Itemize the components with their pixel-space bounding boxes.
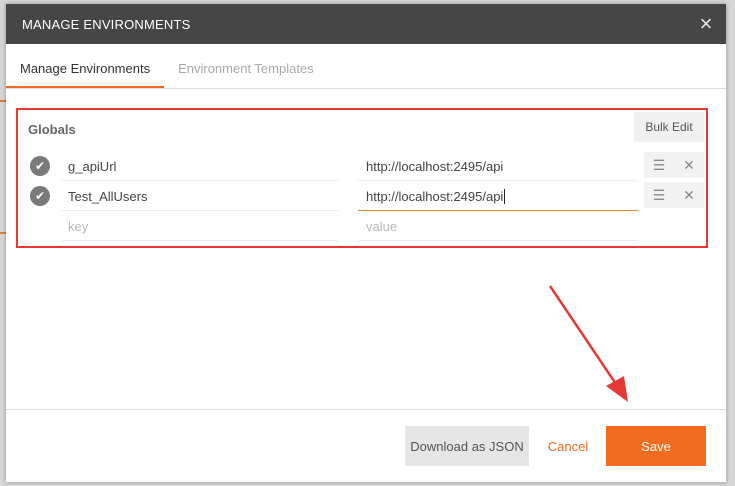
variable-value-text: http://localhost:2495/api — [366, 188, 504, 204]
save-button[interactable]: Save — [606, 426, 706, 466]
modal-footer: Download as JSON Cancel Save — [6, 409, 726, 482]
key-input[interactable]: key — [62, 212, 338, 241]
close-icon[interactable]: ✕ — [679, 157, 699, 174]
check-circle-icon[interactable]: ✔ — [30, 156, 50, 176]
arrow-head — [606, 376, 628, 402]
modal-header: MANAGE ENVIRONMENTS × — [6, 4, 726, 44]
variable-key-field[interactable]: Test_AllUsers — [62, 182, 338, 211]
globals-title: Globals — [28, 122, 76, 137]
hamburger-icon[interactable]: ☰ — [649, 157, 669, 174]
row-actions: ☰ ✕ — [644, 182, 704, 208]
value-input[interactable]: value — [358, 212, 638, 241]
manage-environments-modal: MANAGE ENVIRONMENTS × Manage Environment… — [6, 4, 726, 482]
variable-row: ✔ g_apiUrl http://localhost:2495/api ☰ ✕ — [18, 152, 706, 182]
variable-row: ✔ Test_AllUsers http://localhost:2495/ap… — [18, 182, 706, 212]
download-json-button[interactable]: Download as JSON — [405, 426, 529, 466]
bulk-edit-button[interactable]: Bulk Edit — [634, 112, 704, 142]
check-circle-icon[interactable]: ✔ — [30, 186, 50, 206]
variable-key-field[interactable]: g_apiUrl — [62, 152, 338, 181]
globals-section: Globals Bulk Edit ✔ g_apiUrl http://loca… — [16, 108, 708, 248]
arrow-shaft — [548, 285, 622, 391]
text-caret — [504, 188, 506, 204]
hamburger-icon[interactable]: ☰ — [649, 187, 669, 204]
variable-value-field[interactable]: http://localhost:2495/api — [358, 182, 638, 211]
close-icon[interactable]: × — [686, 4, 726, 44]
tab-manage-environments[interactable]: Manage Environments — [6, 61, 165, 88]
tab-bar: Manage Environments Environment Template… — [6, 44, 726, 89]
close-icon[interactable]: ✕ — [679, 187, 699, 204]
variable-value-field[interactable]: http://localhost:2495/api — [358, 152, 638, 181]
cancel-button[interactable]: Cancel — [541, 426, 595, 466]
row-actions: ☰ ✕ — [644, 152, 704, 178]
tab-environment-templates[interactable]: Environment Templates — [164, 61, 328, 88]
modal-title: MANAGE ENVIRONMENTS — [22, 16, 191, 32]
new-variable-row: key value — [18, 212, 706, 242]
red-arrow-annotation — [548, 285, 628, 402]
